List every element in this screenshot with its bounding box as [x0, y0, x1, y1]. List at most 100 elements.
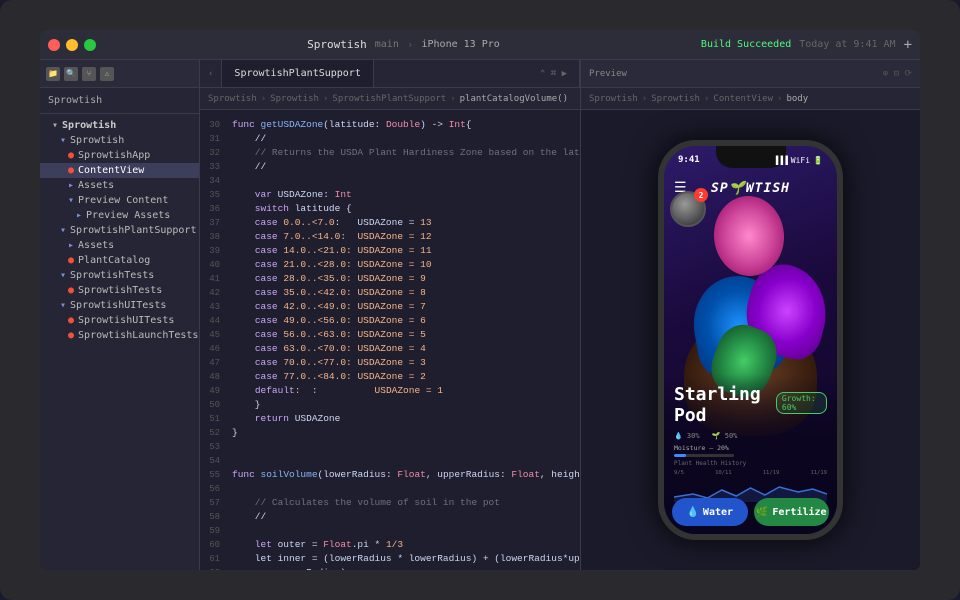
plant-title-row: Starling Pod Growth: 60%	[674, 384, 827, 428]
code-content[interactable]: func getUSDAZone(latitude: Double) -> In…	[228, 110, 580, 570]
status-icons: ▐▐▐ WiFi 🔋	[773, 156, 823, 165]
water-button[interactable]: 💧 Water	[672, 498, 748, 526]
editor-breadcrumb: Sprowtish › Sprowtish › SprowtishPlantSu…	[200, 88, 580, 110]
date-2: 10/11	[715, 470, 732, 476]
right-panel-toolbar: Preview ⊕ ⊟ ⟳	[581, 60, 920, 88]
fertilize-icon: 🌿	[756, 507, 768, 518]
tab-controls[interactable]: ⌃ ⌘ ▶	[528, 60, 580, 87]
editor-tabs: ‹ SprowtishPlantSupport ⌃ ⌘ ▶	[200, 60, 580, 88]
tab-sprowtishplantsupport[interactable]: SprowtishPlantSupport	[222, 60, 373, 87]
rp-sprowtish: Sprowtish	[651, 94, 700, 104]
fertilize-label: Fertilize	[772, 507, 826, 518]
sidebar-item-launchtests[interactable]: ● SprowtishLaunchTests	[40, 328, 199, 343]
close-button[interactable]	[48, 39, 60, 51]
project-subtitle: main	[375, 39, 399, 50]
sidebar-item-label: SprowtishTests	[78, 285, 162, 296]
rp-breadcrumb: Sprowtish	[589, 94, 638, 104]
folder-icon: ▾	[60, 225, 66, 236]
minimize-button[interactable]	[66, 39, 78, 51]
tab-previous[interactable]: ‹	[200, 60, 222, 87]
file-tree: ▾ Sprowtish ▾ Sprowtish ● SprowtishApp ●…	[40, 114, 199, 570]
sidebar-item-label: SprowtishApp	[78, 150, 150, 161]
sidebar-item-label: ContentView	[78, 165, 144, 176]
title-bar: Sprowtish main › iPhone 13 Pro Build Suc…	[40, 30, 920, 60]
swift-icon: ●	[68, 165, 74, 176]
app-logo: SP🌱WTISH	[711, 181, 790, 196]
sidebar-item-label: SprowtishTests	[70, 270, 154, 281]
warning-icon[interactable]: ⚠	[100, 67, 114, 81]
title-separator: ›	[407, 38, 414, 51]
sidebar-toolbar: 📁 🔍 ⑂ ⚠	[40, 60, 199, 88]
sidebar-item-label: Assets	[78, 180, 114, 191]
folder-icon: ▸	[76, 210, 82, 221]
swift-icon: ●	[68, 285, 74, 296]
signal-icon: ▐▐▐	[773, 156, 787, 165]
tab-label: SprowtishPlantSupport	[234, 68, 360, 79]
right-panel: Preview ⊕ ⊟ ⟳ Sprowtish › Sprowtish › Co…	[580, 60, 920, 570]
sidebar-item-sprowtishapp[interactable]: ● SprowtishApp	[40, 148, 199, 163]
breadcrumb-text: Sprowtish	[208, 94, 257, 104]
main-content: 📁 🔍 ⑂ ⚠ Sprowtish ▾ Sprowtish ▾ Sprowtis…	[40, 60, 920, 570]
sidebar: 📁 🔍 ⑂ ⚠ Sprowtish ▾ Sprowtish ▾ Sprowtis…	[40, 60, 200, 570]
sidebar-item-label: SprowtishLaunchTests	[78, 330, 198, 341]
toolbar-controls[interactable]: ⊕ ⊟ ⟳	[883, 69, 912, 79]
folder-expand-icon: ▾	[52, 120, 58, 131]
project-title: Sprowtish	[307, 38, 367, 51]
laptop-outer: Sprowtish main › iPhone 13 Pro Build Suc…	[0, 0, 960, 600]
sidebar-item-uitests[interactable]: ▾ SprowtishUITests	[40, 298, 199, 313]
swift-icon: ●	[68, 330, 74, 341]
rp-body: body	[786, 94, 808, 104]
sidebar-item-sprowtish-root[interactable]: ▾ Sprowtish	[40, 118, 199, 133]
sidebar-item-preview-content[interactable]: ▾ Preview Content	[40, 193, 199, 208]
moisture-percent: 20%	[717, 444, 729, 452]
maximize-button[interactable]	[84, 39, 96, 51]
source-control-icon[interactable]: ⑂	[82, 67, 96, 81]
sidebar-item-label: SprowtishPlantSupport	[70, 225, 196, 236]
editor-area: ‹ SprowtishPlantSupport ⌃ ⌘ ▶ Sprowtish …	[200, 60, 580, 570]
sidebar-item-plantsupport[interactable]: ▾ SprowtishPlantSupport	[40, 223, 199, 238]
moisture-bar-fill	[674, 454, 686, 457]
folder-icon: ▾	[60, 135, 66, 146]
battery-icon: 🔋	[813, 156, 823, 165]
sidebar-item-contentview[interactable]: ● ContentView	[40, 163, 199, 178]
sidebar-item-label: Preview Assets	[86, 210, 170, 221]
code-area[interactable]: 3031323334353637383940414243444546474849…	[200, 110, 580, 570]
breadcrumb-plantsupport: SprowtishPlantSupport	[332, 94, 446, 104]
folder-icon: ▾	[60, 270, 66, 281]
sidebar-item-tests-file[interactable]: ● SprowtishTests	[40, 283, 199, 298]
sidebar-item-assets[interactable]: ▸ Assets	[40, 178, 199, 193]
water-icon: 💧	[686, 507, 698, 518]
date-3: 11/19	[763, 470, 780, 476]
sidebar-item-uitests-file[interactable]: ● SprowtishUITests	[40, 313, 199, 328]
date-4: 11/19	[810, 470, 827, 476]
fertilize-button[interactable]: 🌿 Fertilize	[754, 498, 830, 526]
iphone-screen: 9:41 ▐▐▐ WiFi 🔋 ☰ SP🌱WTISH	[664, 146, 837, 534]
sidebar-item-preview-assets[interactable]: ▸ Preview Assets	[40, 208, 199, 223]
search-icon[interactable]: 🔍	[64, 67, 78, 81]
swift-icon: ●	[68, 150, 74, 161]
sidebar-item-assets2[interactable]: ▸ Assets	[40, 238, 199, 253]
status-time: 9:41	[678, 155, 700, 165]
traffic-lights	[48, 39, 96, 51]
swift-icon: ●	[68, 315, 74, 326]
sidebar-item-label: SprowtishUITests	[70, 300, 166, 311]
sidebar-item-tests[interactable]: ▾ SprowtishTests	[40, 268, 199, 283]
add-button[interactable]: +	[904, 37, 912, 53]
folder-icon[interactable]: 📁	[46, 67, 60, 81]
notification-count: 2	[699, 191, 704, 200]
rp-contentview: ContentView	[713, 94, 773, 104]
sidebar-item-label: Assets	[78, 240, 114, 251]
health-history-label: Plant Health History	[674, 460, 827, 467]
breadcrumb-function: plantCatalogVolume()	[460, 94, 568, 104]
device-label: iPhone 13 Pro	[421, 39, 499, 50]
sidebar-item-plantcatalog[interactable]: ● PlantCatalog	[40, 253, 199, 268]
sidebar-item-sprowtish[interactable]: ▾ Sprowtish	[40, 133, 199, 148]
moisture-text: Moisture	[674, 444, 705, 452]
water-label: Water	[703, 507, 733, 518]
moisture-label: Moisture — 20%	[674, 444, 827, 452]
simulator-container: 9:41 ▐▐▐ WiFi 🔋 ☰ SP🌱WTISH	[581, 110, 920, 570]
folder-icon: ▾	[68, 195, 74, 206]
swift-icon: ●	[68, 255, 74, 266]
wifi-icon: WiFi	[791, 156, 810, 165]
sidebar-nav-label: Sprowtish	[48, 95, 102, 106]
